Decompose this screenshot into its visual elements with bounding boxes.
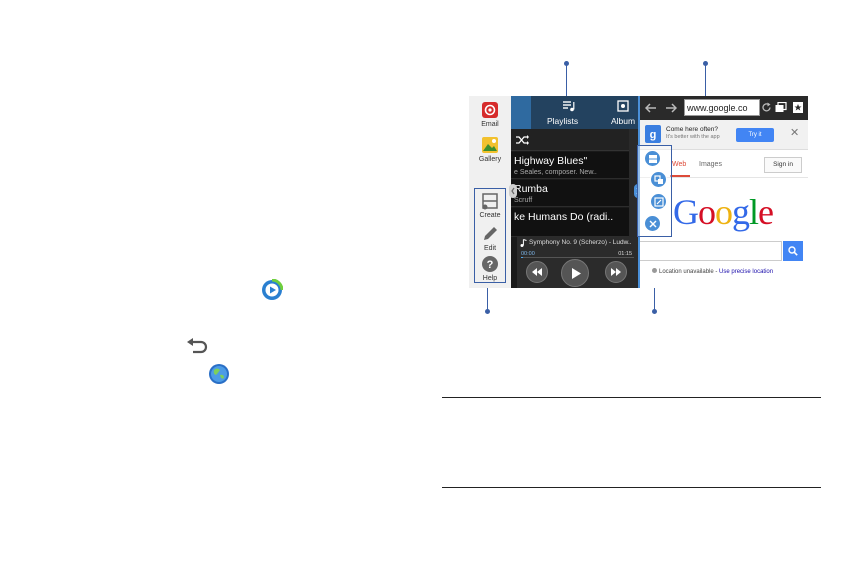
music-tab-bar: Playlists Album — [511, 96, 638, 129]
previous-icon — [532, 268, 542, 276]
shuffle-icon — [516, 135, 529, 145]
search-button[interactable] — [783, 241, 803, 261]
google-logo: Google — [673, 191, 774, 233]
precise-location-link[interactable]: Use precise location — [719, 269, 773, 275]
tab-images[interactable]: Images — [699, 161, 722, 168]
window-controls-highlight — [637, 145, 672, 237]
promo-title: Come here often? — [666, 126, 719, 133]
google-logo-letter: G — [673, 192, 699, 232]
callout-dot — [485, 309, 490, 314]
svg-text:g: g — [650, 129, 657, 141]
music-note-icon — [520, 239, 527, 247]
back-arrow-icon[interactable] — [645, 103, 657, 113]
location-text: Location unavailable - — [659, 269, 720, 275]
forward-arrow-icon[interactable] — [665, 103, 677, 113]
search-icon — [788, 246, 798, 256]
sign-in-button[interactable]: Sign in — [764, 157, 802, 173]
multi-window-screenshot: Email Gallery Create Edit ? Help Playlis… — [469, 96, 808, 288]
tab-playlists-label: Playlists — [547, 116, 579, 126]
progress-bar[interactable] — [521, 257, 634, 258]
google-logo-letters: Google — [673, 192, 774, 232]
location-dot-icon — [652, 268, 657, 273]
google-logo-letter: o — [698, 192, 716, 232]
song-title: Highway Blues" — [514, 155, 588, 167]
song-subtitle: e Seales, composer. New.. — [514, 169, 597, 176]
callout-dot — [703, 61, 708, 66]
callout-dot — [564, 61, 569, 66]
play-button[interactable] — [561, 259, 589, 287]
list-item[interactable]: Rumba Scruff — [511, 180, 629, 207]
album-icon — [617, 100, 629, 112]
progress-fill — [521, 257, 524, 258]
app-tray: Email Gallery Create Edit ? Help — [469, 96, 511, 288]
search-input[interactable] — [640, 241, 782, 261]
reload-icon[interactable] — [761, 102, 772, 113]
callout-dot — [652, 309, 657, 314]
switch-windows-button[interactable] — [644, 150, 661, 167]
google-logo-letter: e — [758, 192, 774, 232]
song-subtitle: Scruff — [514, 197, 533, 204]
share-content-icon — [654, 175, 663, 184]
google-app-icon: g — [645, 125, 661, 143]
tray-edit-controls-highlight — [474, 188, 506, 283]
url-field[interactable]: www.google.co — [684, 99, 760, 116]
gallery-icon — [482, 137, 498, 153]
promo-subtitle: It's better with the app — [666, 134, 720, 140]
windows-icon[interactable] — [775, 102, 787, 113]
tray-item-label: Email — [481, 121, 499, 128]
tab-playlists[interactable]: Playlists — [545, 96, 593, 129]
maximize-window-button[interactable] — [650, 193, 667, 210]
search-bar — [640, 241, 808, 261]
try-it-label: Try it — [748, 132, 762, 138]
tab-web-underline — [670, 175, 690, 177]
next-icon — [611, 268, 621, 276]
play-icon — [572, 268, 581, 279]
back-icon — [185, 338, 209, 356]
music-player-icon — [261, 278, 284, 301]
close-window-button[interactable] — [644, 215, 661, 232]
tray-item-email[interactable]: Email — [469, 101, 511, 128]
url-text: www.google.co — [687, 103, 748, 113]
maximize-icon — [654, 197, 664, 207]
previous-button[interactable] — [526, 261, 548, 283]
song-title: Rumba — [514, 183, 548, 195]
tab-album[interactable]: Album — [607, 96, 638, 129]
tray-item-gallery[interactable]: Gallery — [469, 136, 511, 163]
try-it-button[interactable]: Try it — [736, 128, 774, 142]
music-tab-selected[interactable] — [511, 96, 531, 129]
tab-web[interactable]: Web — [672, 161, 686, 168]
list-item[interactable]: Highway Blues" e Seales, composer. New.. — [511, 152, 629, 179]
email-icon — [482, 102, 498, 118]
next-button[interactable] — [605, 261, 627, 283]
location-status: Location unavailable - Use precise locat… — [652, 268, 773, 275]
tray-handle[interactable] — [509, 184, 517, 198]
switch-windows-icon — [649, 155, 657, 163]
note-divider-bottom — [442, 487, 821, 488]
bookmark-icon[interactable] — [792, 101, 804, 114]
internet-icon — [208, 363, 230, 385]
callout-line-url — [705, 63, 706, 100]
song-title: ke Humans Do (radi.. — [514, 211, 614, 223]
browser-toolbar: www.google.co — [640, 96, 808, 120]
mini-player: Symphony No. 9 (Scherzo) - Ludw.. 00:00 … — [517, 237, 638, 288]
playlists-icon — [563, 101, 575, 112]
tray-item-label: Gallery — [478, 156, 502, 163]
music-player-window: Playlists Album Highway Blues" e Seales,… — [511, 96, 638, 288]
google-logo-letter: o — [715, 192, 733, 232]
google-logo-letter: l — [749, 192, 759, 232]
share-content-button[interactable] — [650, 171, 667, 188]
now-playing-title: Symphony No. 9 (Scherzo) - Ludw.. — [529, 239, 632, 246]
tab-album-label: Album — [611, 116, 636, 126]
chevron-left-icon — [511, 187, 515, 195]
note-divider-top — [442, 397, 821, 398]
google-logo-letter: g — [732, 192, 750, 232]
close-icon[interactable]: ✕ — [790, 126, 799, 139]
close-window-icon — [649, 220, 657, 228]
shuffle-row[interactable] — [511, 129, 629, 151]
list-item[interactable]: ke Humans Do (radi.. — [511, 208, 629, 237]
callout-line-playlists — [566, 63, 567, 98]
sign-in-label: Sign in — [773, 161, 793, 168]
